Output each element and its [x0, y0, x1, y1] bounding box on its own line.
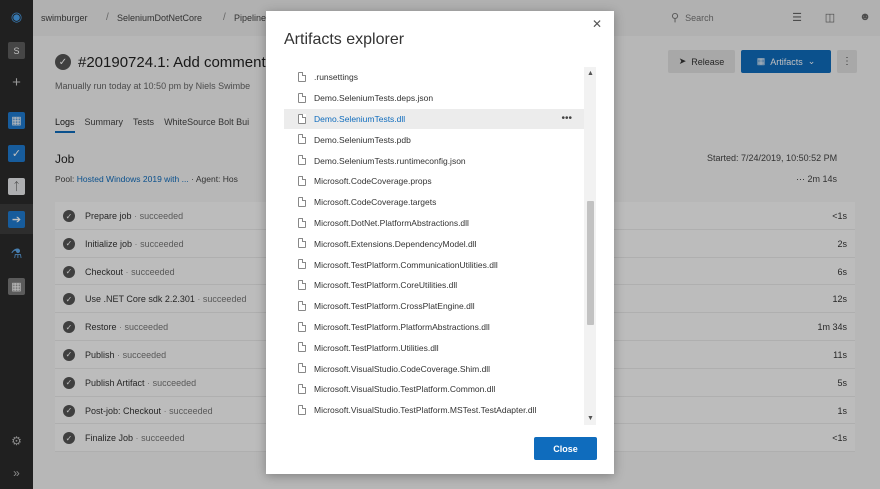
- scroll-down-arrow-icon[interactable]: ▼: [587, 415, 594, 422]
- file-icon: [298, 404, 306, 415]
- file-icon: [298, 383, 306, 394]
- close-button[interactable]: Close: [534, 437, 597, 460]
- file-name: Microsoft.TestPlatform.CommunicationUtil…: [314, 259, 498, 270]
- file-row[interactable]: Microsoft.TestPlatform.CoreUtilities.dll: [284, 275, 584, 296]
- file-icon: [298, 196, 306, 207]
- file-row[interactable]: Microsoft.TestPlatform.CommunicationUtil…: [284, 254, 584, 275]
- file-row[interactable]: Microsoft.TestPlatform.CrossPlatEngine.d…: [284, 296, 584, 317]
- file-name: Demo.SeleniumTests.dll: [314, 113, 406, 124]
- file-row[interactable]: Microsoft.DotNet.PlatformAbstractions.dl…: [284, 213, 584, 234]
- file-row[interactable]: .runsettings: [284, 67, 584, 88]
- file-icon: [298, 113, 306, 124]
- scroll-up-arrow-icon[interactable]: ▲: [587, 70, 594, 77]
- file-icon: [298, 238, 306, 249]
- file-name: Microsoft.VisualStudio.TestPlatform.Comm…: [314, 384, 496, 395]
- file-name: Microsoft.CodeCoverage.targets: [314, 197, 437, 208]
- file-icon: [298, 72, 306, 82]
- file-icon: [298, 134, 306, 145]
- file-name: Microsoft.TestPlatform.Utilities.dll: [314, 342, 439, 353]
- file-icon: [298, 342, 306, 353]
- dialog-title: Artifacts explorer: [284, 31, 405, 48]
- file-name: Microsoft.VisualStudio.TestPlatform.MSTe…: [314, 405, 537, 416]
- more-options-icon[interactable]: •••: [561, 113, 572, 124]
- file-name: Microsoft.Extensions.DependencyModel.dll: [314, 238, 477, 249]
- file-row[interactable]: Microsoft.CodeCoverage.targets: [284, 192, 584, 213]
- file-row[interactable]: Microsoft.VisualStudio.CodeCoverage.Shim…: [284, 358, 584, 379]
- file-icon: [298, 321, 306, 332]
- file-list-scrollbar[interactable]: ▲ ▼: [584, 67, 596, 425]
- file-name: Demo.SeleniumTests.pdb: [314, 134, 411, 145]
- file-name: Microsoft.CodeCoverage.props: [314, 176, 432, 187]
- file-row-selected[interactable]: Demo.SeleniumTests.dll •••: [284, 108, 584, 130]
- file-name: Microsoft.TestPlatform.CoreUtilities.dll: [314, 280, 458, 291]
- file-row[interactable]: Demo.SeleniumTests.runtimeconfig.json: [284, 150, 584, 171]
- file-list: .runsettings Demo.SeleniumTests.deps.jso…: [284, 67, 584, 425]
- file-row[interactable]: Microsoft.CodeCoverage.props: [284, 171, 584, 192]
- file-icon: [298, 300, 306, 311]
- file-name: Microsoft.VisualStudio.CodeCoverage.Shim…: [314, 363, 491, 374]
- file-row[interactable]: Microsoft.VisualStudio.TestPlatform.Comm…: [284, 379, 584, 400]
- file-icon: [298, 175, 306, 186]
- file-icon: [298, 259, 306, 270]
- file-row[interactable]: Microsoft.Extensions.DependencyModel.dll: [284, 233, 584, 254]
- scroll-thumb[interactable]: [587, 201, 594, 325]
- file-icon: [298, 217, 306, 228]
- file-name: Microsoft.TestPlatform.CrossPlatEngine.d…: [314, 301, 475, 312]
- close-icon[interactable]: ✕: [592, 17, 602, 31]
- file-row[interactable]: Microsoft.TestPlatform.Utilities.dll: [284, 337, 584, 358]
- file-name: Demo.SeleniumTests.runtimeconfig.json: [314, 155, 466, 166]
- file-row[interactable]: Microsoft.VisualStudio.TestPlatform.MSTe…: [284, 400, 584, 421]
- file-name: .runsettings: [314, 72, 358, 83]
- file-icon: [298, 279, 306, 290]
- file-icon: [298, 363, 306, 374]
- file-name: Microsoft.DotNet.PlatformAbstractions.dl…: [314, 217, 469, 228]
- file-row[interactable]: Demo.SeleniumTests.pdb: [284, 129, 584, 150]
- file-icon: [298, 92, 306, 103]
- file-name: Demo.SeleniumTests.deps.json: [314, 93, 434, 104]
- file-name: Microsoft.TestPlatform.PlatformAbstracti…: [314, 321, 490, 332]
- file-row[interactable]: Demo.SeleniumTests.deps.json: [284, 88, 584, 109]
- file-row[interactable]: Microsoft.TestPlatform.PlatformAbstracti…: [284, 317, 584, 338]
- artifacts-explorer-dialog: Artifacts explorer ✕ .runsettings Demo.S…: [266, 11, 614, 474]
- file-icon: [298, 155, 306, 166]
